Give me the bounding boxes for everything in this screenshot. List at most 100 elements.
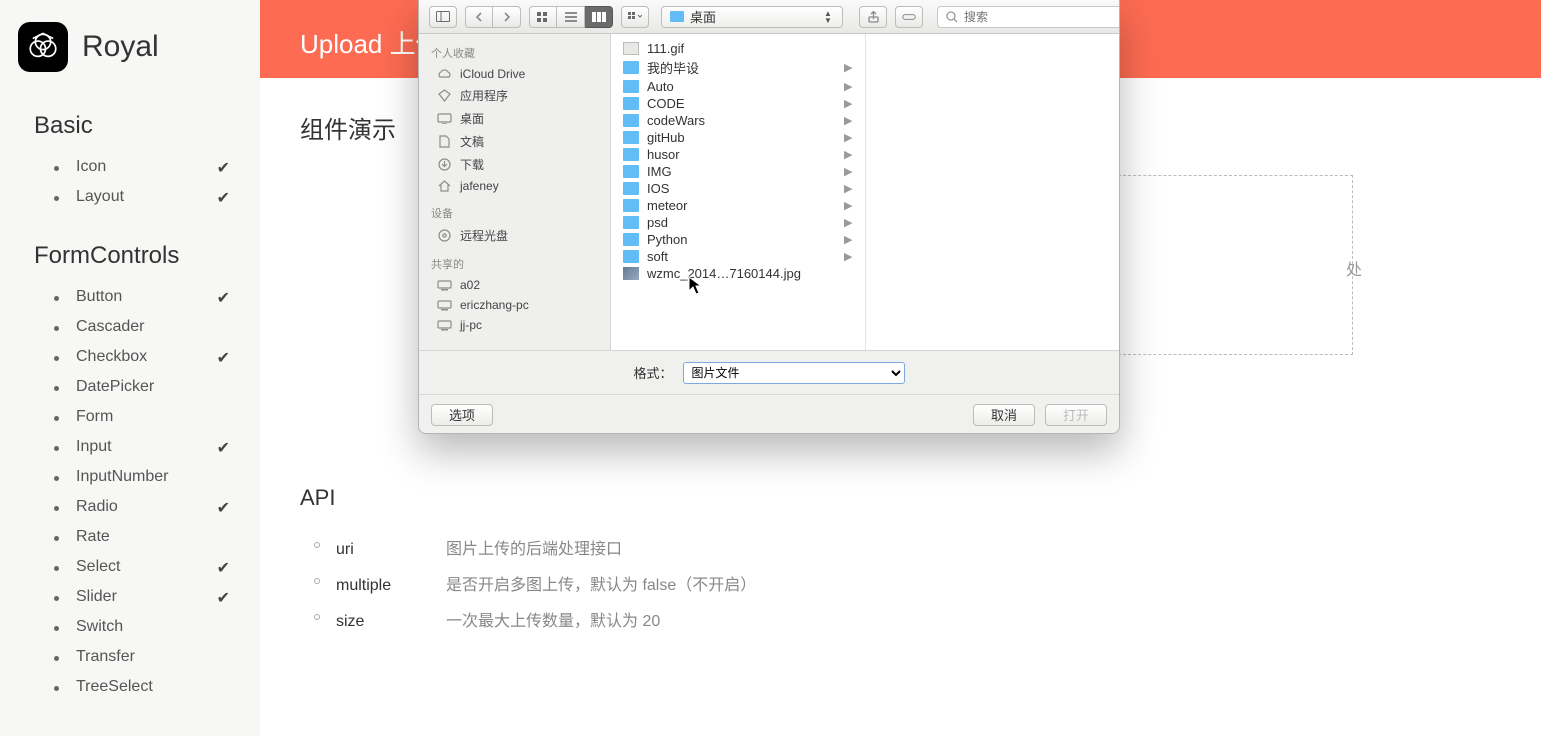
format-label: 格式： [633, 363, 672, 382]
file-name: CODE [647, 96, 836, 111]
file-row[interactable]: Python▶ [611, 231, 865, 248]
file-row[interactable]: IOS▶ [611, 180, 865, 197]
search-box[interactable] [937, 6, 1120, 28]
finder-sidebar-item[interactable]: 桌面 [419, 107, 610, 130]
file-name: 111.gif [647, 41, 853, 56]
check-icon: ✔ [217, 288, 230, 308]
share-button[interactable] [859, 6, 887, 28]
nav-item-button[interactable]: Button✔ [54, 282, 230, 312]
nav-back-button[interactable] [465, 6, 493, 28]
open-button[interactable]: 打开 [1045, 404, 1107, 426]
nav-item-label: DatePicker [76, 378, 154, 395]
finder-sidebar-item[interactable]: 文稿 [419, 130, 610, 153]
chevron-right-icon: ▶ [844, 114, 852, 127]
folder-icon [623, 131, 639, 144]
file-row[interactable]: psd▶ [611, 214, 865, 231]
api-desc: 图片上传的后端处理接口 [446, 541, 622, 558]
arrange-button[interactable] [621, 6, 649, 28]
nav-item-label: Checkbox [76, 348, 147, 365]
file-list-column-2[interactable] [865, 34, 1120, 350]
file-row[interactable]: soft▶ [611, 248, 865, 265]
file-row[interactable]: 我的毕设▶ [611, 57, 865, 78]
finder-toolbar: 桌面 ▲▼ [419, 0, 1119, 34]
finder-sidebar-item-label: 应用程序 [460, 87, 508, 104]
finder-sidebar-item[interactable]: jj-pc [419, 315, 610, 335]
nav-item-icon[interactable]: Icon✔ [54, 152, 230, 182]
nav-item-select[interactable]: Select✔ [54, 552, 230, 582]
brand-logo-icon [18, 22, 68, 72]
check-icon: ✔ [217, 188, 230, 208]
nav-section-title: FormControls [34, 242, 230, 270]
nav-item-label: Icon [76, 158, 106, 175]
format-select[interactable]: 图片文件 [683, 362, 905, 384]
finder-sidebar-item[interactable]: 应用程序 [419, 84, 610, 107]
nav-item-switch[interactable]: Switch [54, 612, 230, 642]
nav-item-checkbox[interactable]: Checkbox✔ [54, 342, 230, 372]
view-list-button[interactable] [557, 6, 585, 28]
upload-dropzone[interactable]: 处 [1113, 175, 1353, 355]
home-icon [437, 180, 452, 193]
options-button[interactable]: 选项 [431, 404, 493, 426]
cancel-button[interactable]: 取消 [973, 404, 1035, 426]
nav-item-cascader[interactable]: Cascader [54, 312, 230, 342]
file-name: codeWars [647, 113, 836, 128]
pc-icon [437, 279, 452, 292]
file-row[interactable]: IMG▶ [611, 163, 865, 180]
search-input[interactable] [964, 10, 1119, 24]
finder-sidebar-item[interactable]: 远程光盘 [419, 224, 610, 247]
nav-item-transfer[interactable]: Transfer [54, 642, 230, 672]
view-columns-button[interactable] [585, 6, 613, 28]
nav-item-input[interactable]: Input✔ [54, 432, 230, 462]
tags-button[interactable] [895, 6, 923, 28]
check-icon: ✔ [217, 558, 230, 578]
finder-sidebar-item-label: 下载 [460, 156, 484, 173]
path-select[interactable]: 桌面 ▲▼ [661, 6, 843, 28]
nav-item-label: Radio [76, 498, 118, 515]
file-list-column[interactable]: 111.gif我的毕设▶Auto▶CODE▶codeWars▶gitHub▶hu… [611, 34, 865, 350]
check-icon: ✔ [217, 498, 230, 518]
check-icon: ✔ [217, 588, 230, 608]
nav-item-inputnumber[interactable]: InputNumber [54, 462, 230, 492]
file-row[interactable]: gitHub▶ [611, 129, 865, 146]
sidebar-toggle-button[interactable] [429, 6, 457, 28]
nav-forward-button[interactable] [493, 6, 521, 28]
folder-icon [623, 182, 639, 195]
nav-item-datepicker[interactable]: DatePicker [54, 372, 230, 402]
view-icon-button[interactable] [529, 6, 557, 28]
file-row[interactable]: husor▶ [611, 146, 865, 163]
nav-item-form[interactable]: Form [54, 402, 230, 432]
api-key: size [336, 613, 446, 631]
file-row[interactable]: CODE▶ [611, 95, 865, 112]
finder-sidebar-item[interactable]: a02 [419, 275, 610, 295]
path-label: 桌面 [690, 7, 816, 26]
nav-item-treeselect[interactable]: TreeSelect [54, 672, 230, 702]
finder-sidebar-item-label: ericzhang-pc [460, 298, 529, 312]
chevron-right-icon: ▶ [844, 216, 852, 229]
nav-item-radio[interactable]: Radio ✔ [54, 492, 230, 522]
file-row[interactable]: 111.gif [611, 40, 865, 57]
file-name: gitHub [647, 130, 836, 145]
nav-item-rate[interactable]: Rate [54, 522, 230, 552]
finder-sidebar-item[interactable]: jafeney [419, 176, 610, 196]
nav-item-label: Rate [76, 528, 110, 545]
nav-item-label: TreeSelect [76, 678, 153, 695]
file-row[interactable]: meteor▶ [611, 197, 865, 214]
folder-icon [623, 233, 639, 246]
finder-sidebar-item[interactable]: ericzhang-pc [419, 295, 610, 315]
chevron-right-icon: ▶ [844, 182, 852, 195]
file-row[interactable]: wzmc_2014…7160144.jpg [611, 265, 865, 282]
file-row[interactable]: Auto▶ [611, 78, 865, 95]
finder-sidebar-item-label: jj-pc [460, 318, 482, 332]
nav-item-layout[interactable]: Layout✔ [54, 182, 230, 212]
file-row[interactable]: codeWars ▶ [611, 112, 865, 129]
chevron-right-icon: ▶ [844, 80, 852, 93]
folder-icon [623, 250, 639, 263]
nav-item-slider[interactable]: Slider✔ [54, 582, 230, 612]
finder-sidebar-item[interactable]: 下载 [419, 153, 610, 176]
nav-item-label: Form [76, 408, 113, 425]
search-icon [946, 11, 958, 23]
finder-sidebar-item[interactable]: iCloud Drive [419, 64, 610, 84]
folder-icon [623, 80, 639, 93]
api-desc: 一次最大上传数量，默认为 20 [446, 613, 660, 630]
pc-icon [437, 299, 452, 312]
